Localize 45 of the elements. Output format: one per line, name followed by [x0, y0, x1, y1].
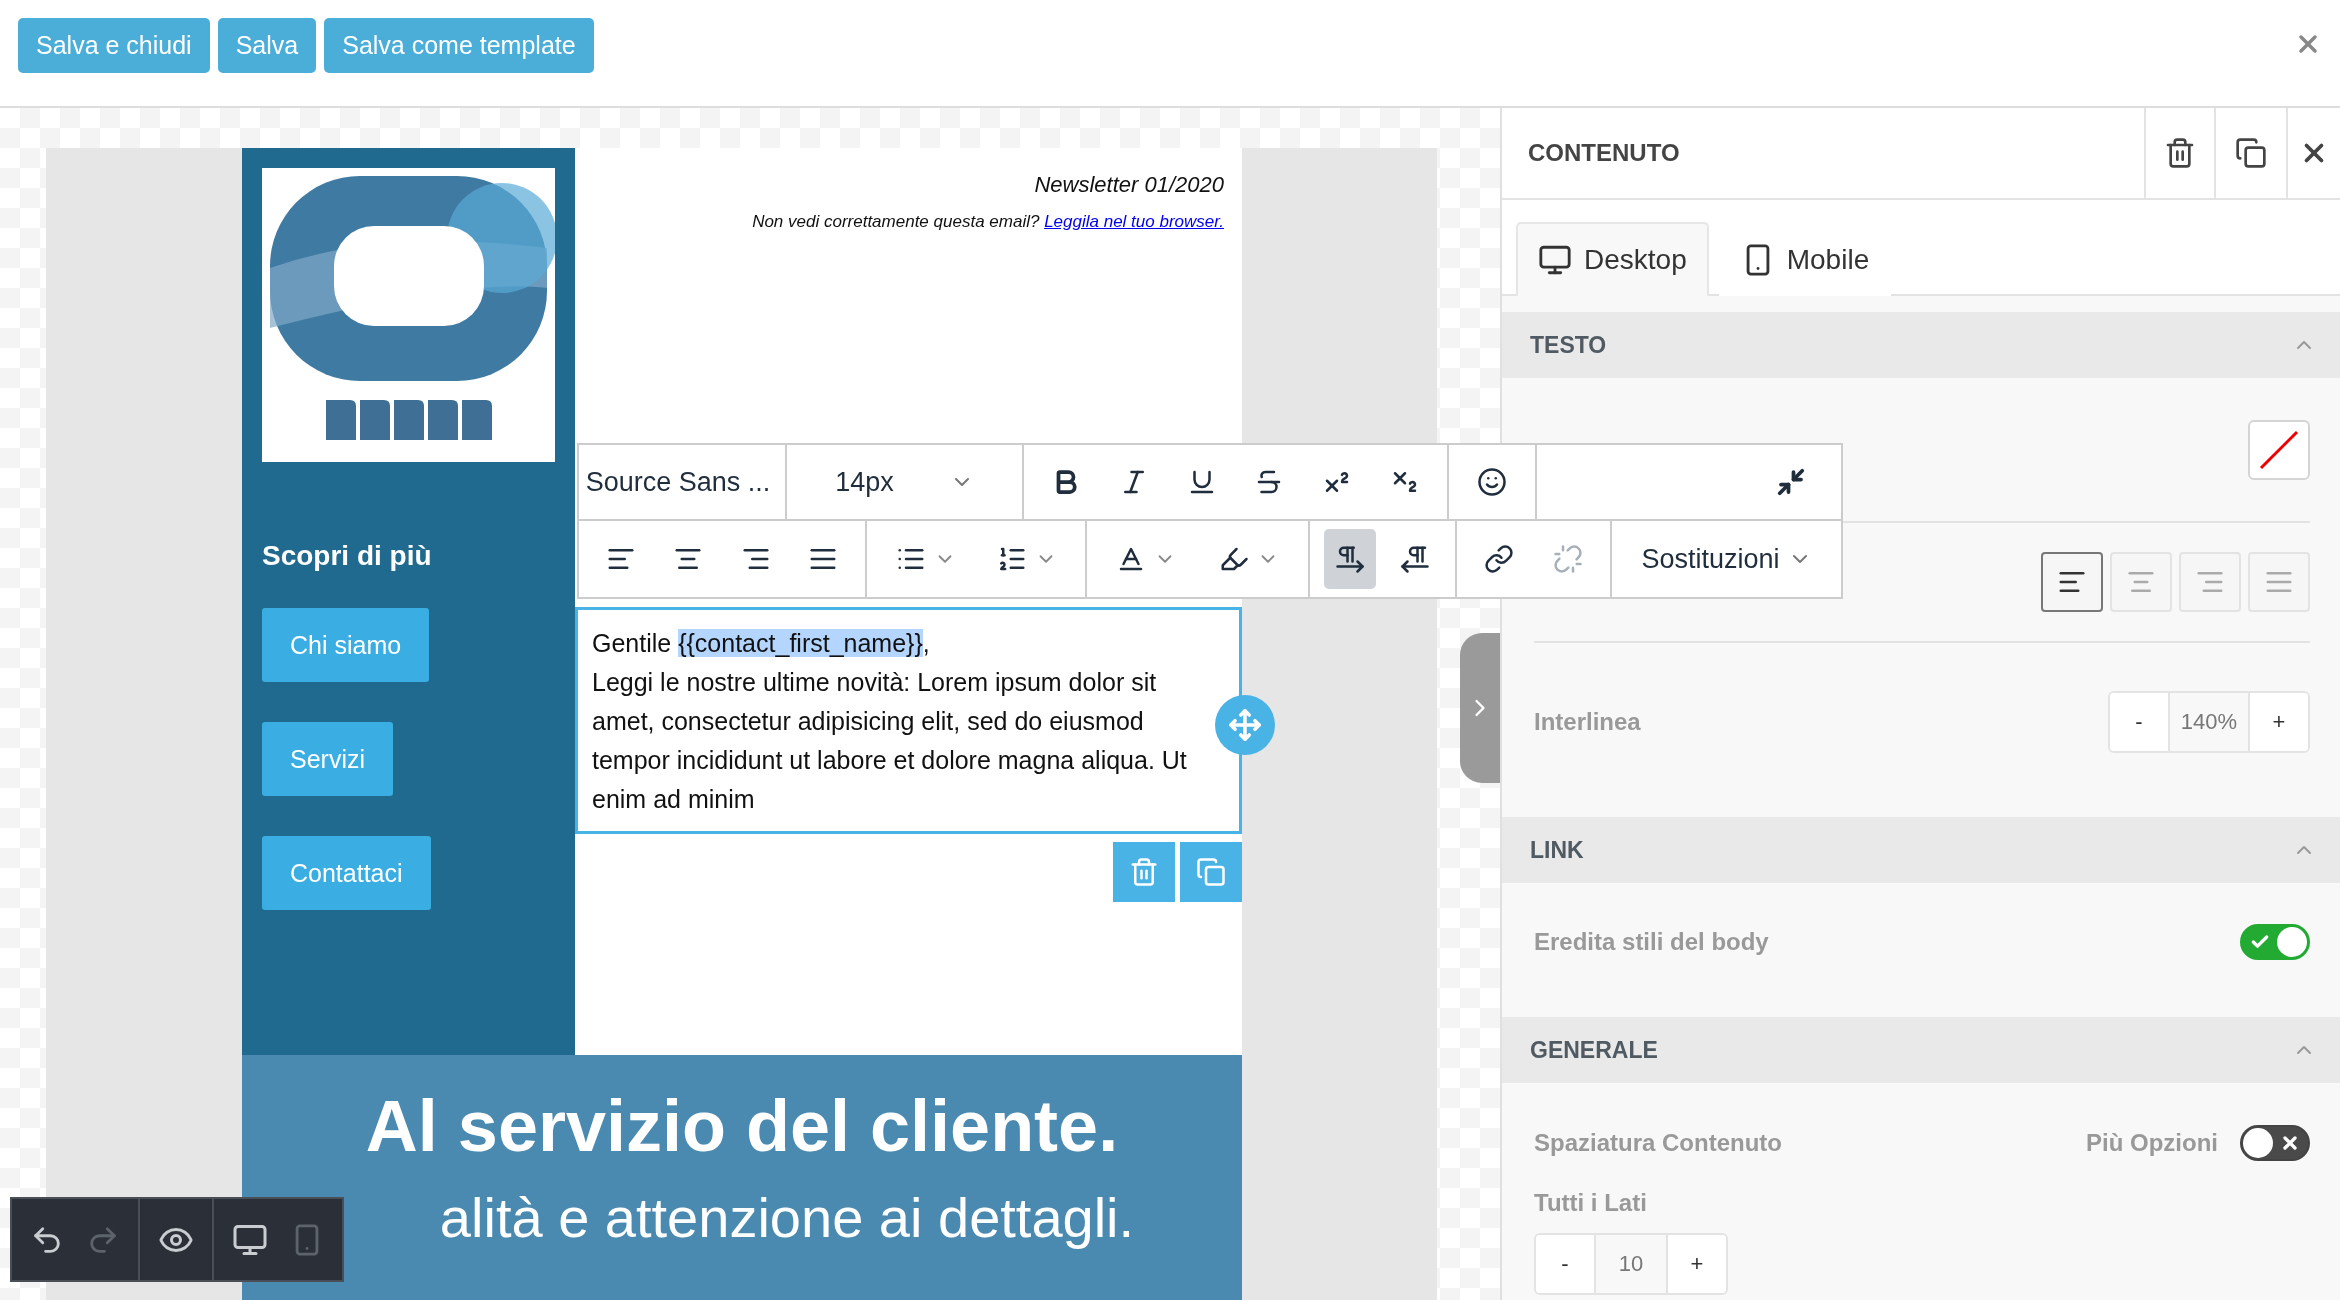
- stepper-value: 10: [1594, 1235, 1668, 1293]
- pilcrow-right-icon: [1335, 544, 1366, 574]
- device-tab[interactable]: Desktop: [1516, 222, 1709, 296]
- body-text: Leggi le nostre ultime novità: Lorem ipsum dolor sit amet, consectetur adipisicing elit, sed do eiusmod tempor incididunt ut labore et dolore magna aliqua. Ut enim ad minim: [592, 667, 1188, 815]
- banner-subheading: alità e attenzione ai dettagli.: [439, 1185, 1135, 1250]
- size-dropdown[interactable]: 14px: [827, 452, 982, 512]
- field-label: Più Opzioni: [2086, 1129, 2218, 1157]
- browser-link[interactable]: Leggila nel tuo browser.: [1044, 212, 1224, 231]
- field-label: Spaziatura Contenuto: [1534, 1129, 1782, 1157]
- color-swatch[interactable]: [2248, 419, 2310, 480]
- move-icon: [1228, 708, 1262, 742]
- banner-heading: Al servizio del cliente.: [365, 1085, 1119, 1167]
- font-dropdown[interactable]: Source Sans ...: [587, 452, 777, 512]
- smiley-icon: [1477, 467, 1507, 497]
- substitutions-dropdown[interactable]: Sostituzioni: [1633, 529, 1820, 589]
- browser-note: Non vedi correttamente questa email? Leggila nel tuo browser.: [752, 212, 1224, 232]
- field-label: Interlinea: [1534, 708, 1641, 736]
- trash-icon: [1129, 857, 1159, 887]
- panel-title: CONTENUTO: [1527, 139, 1681, 167]
- link-icon: [1484, 544, 1515, 574]
- section-header[interactable]: LINK: [1502, 817, 2340, 883]
- monitor-icon: [1538, 243, 1572, 277]
- stepper-value: 140%: [2168, 693, 2250, 751]
- field-label: Tutti i Lati: [1534, 1189, 1647, 1217]
- sidebar-heading: Scopri di più: [262, 540, 432, 572]
- text-block[interactable]: [575, 607, 1242, 834]
- copy-icon: [1196, 857, 1226, 887]
- collapse-tab[interactable]: [1460, 633, 1500, 783]
- newsletter-title: Newsletter 01/2020: [1034, 172, 1224, 198]
- number-stepper[interactable]: - 10 +: [1534, 1233, 1728, 1295]
- greeting-text: Gentile {{contact_first_name}},: [592, 628, 931, 659]
- section-header[interactable]: TESTO: [1502, 312, 2340, 378]
- collapse-icon: [1776, 467, 1806, 497]
- toggle-switch[interactable]: [2240, 1125, 2310, 1161]
- section-header[interactable]: GENERALE: [1502, 1017, 2340, 1083]
- cross-icon: [2280, 1133, 2300, 1153]
- pilcrow-left-icon: [1399, 544, 1430, 574]
- copy-icon: [2235, 137, 2267, 169]
- trash-icon: [2164, 137, 2196, 169]
- unlink-icon: [1552, 544, 1583, 574]
- toggle-switch[interactable]: [2240, 924, 2310, 960]
- field-label: Eredita stili del body: [1534, 928, 1769, 956]
- align-button[interactable]: [2041, 552, 2103, 612]
- ltr-button[interactable]: [1324, 529, 1377, 589]
- number-stepper[interactable]: - 140% +: [2108, 691, 2310, 753]
